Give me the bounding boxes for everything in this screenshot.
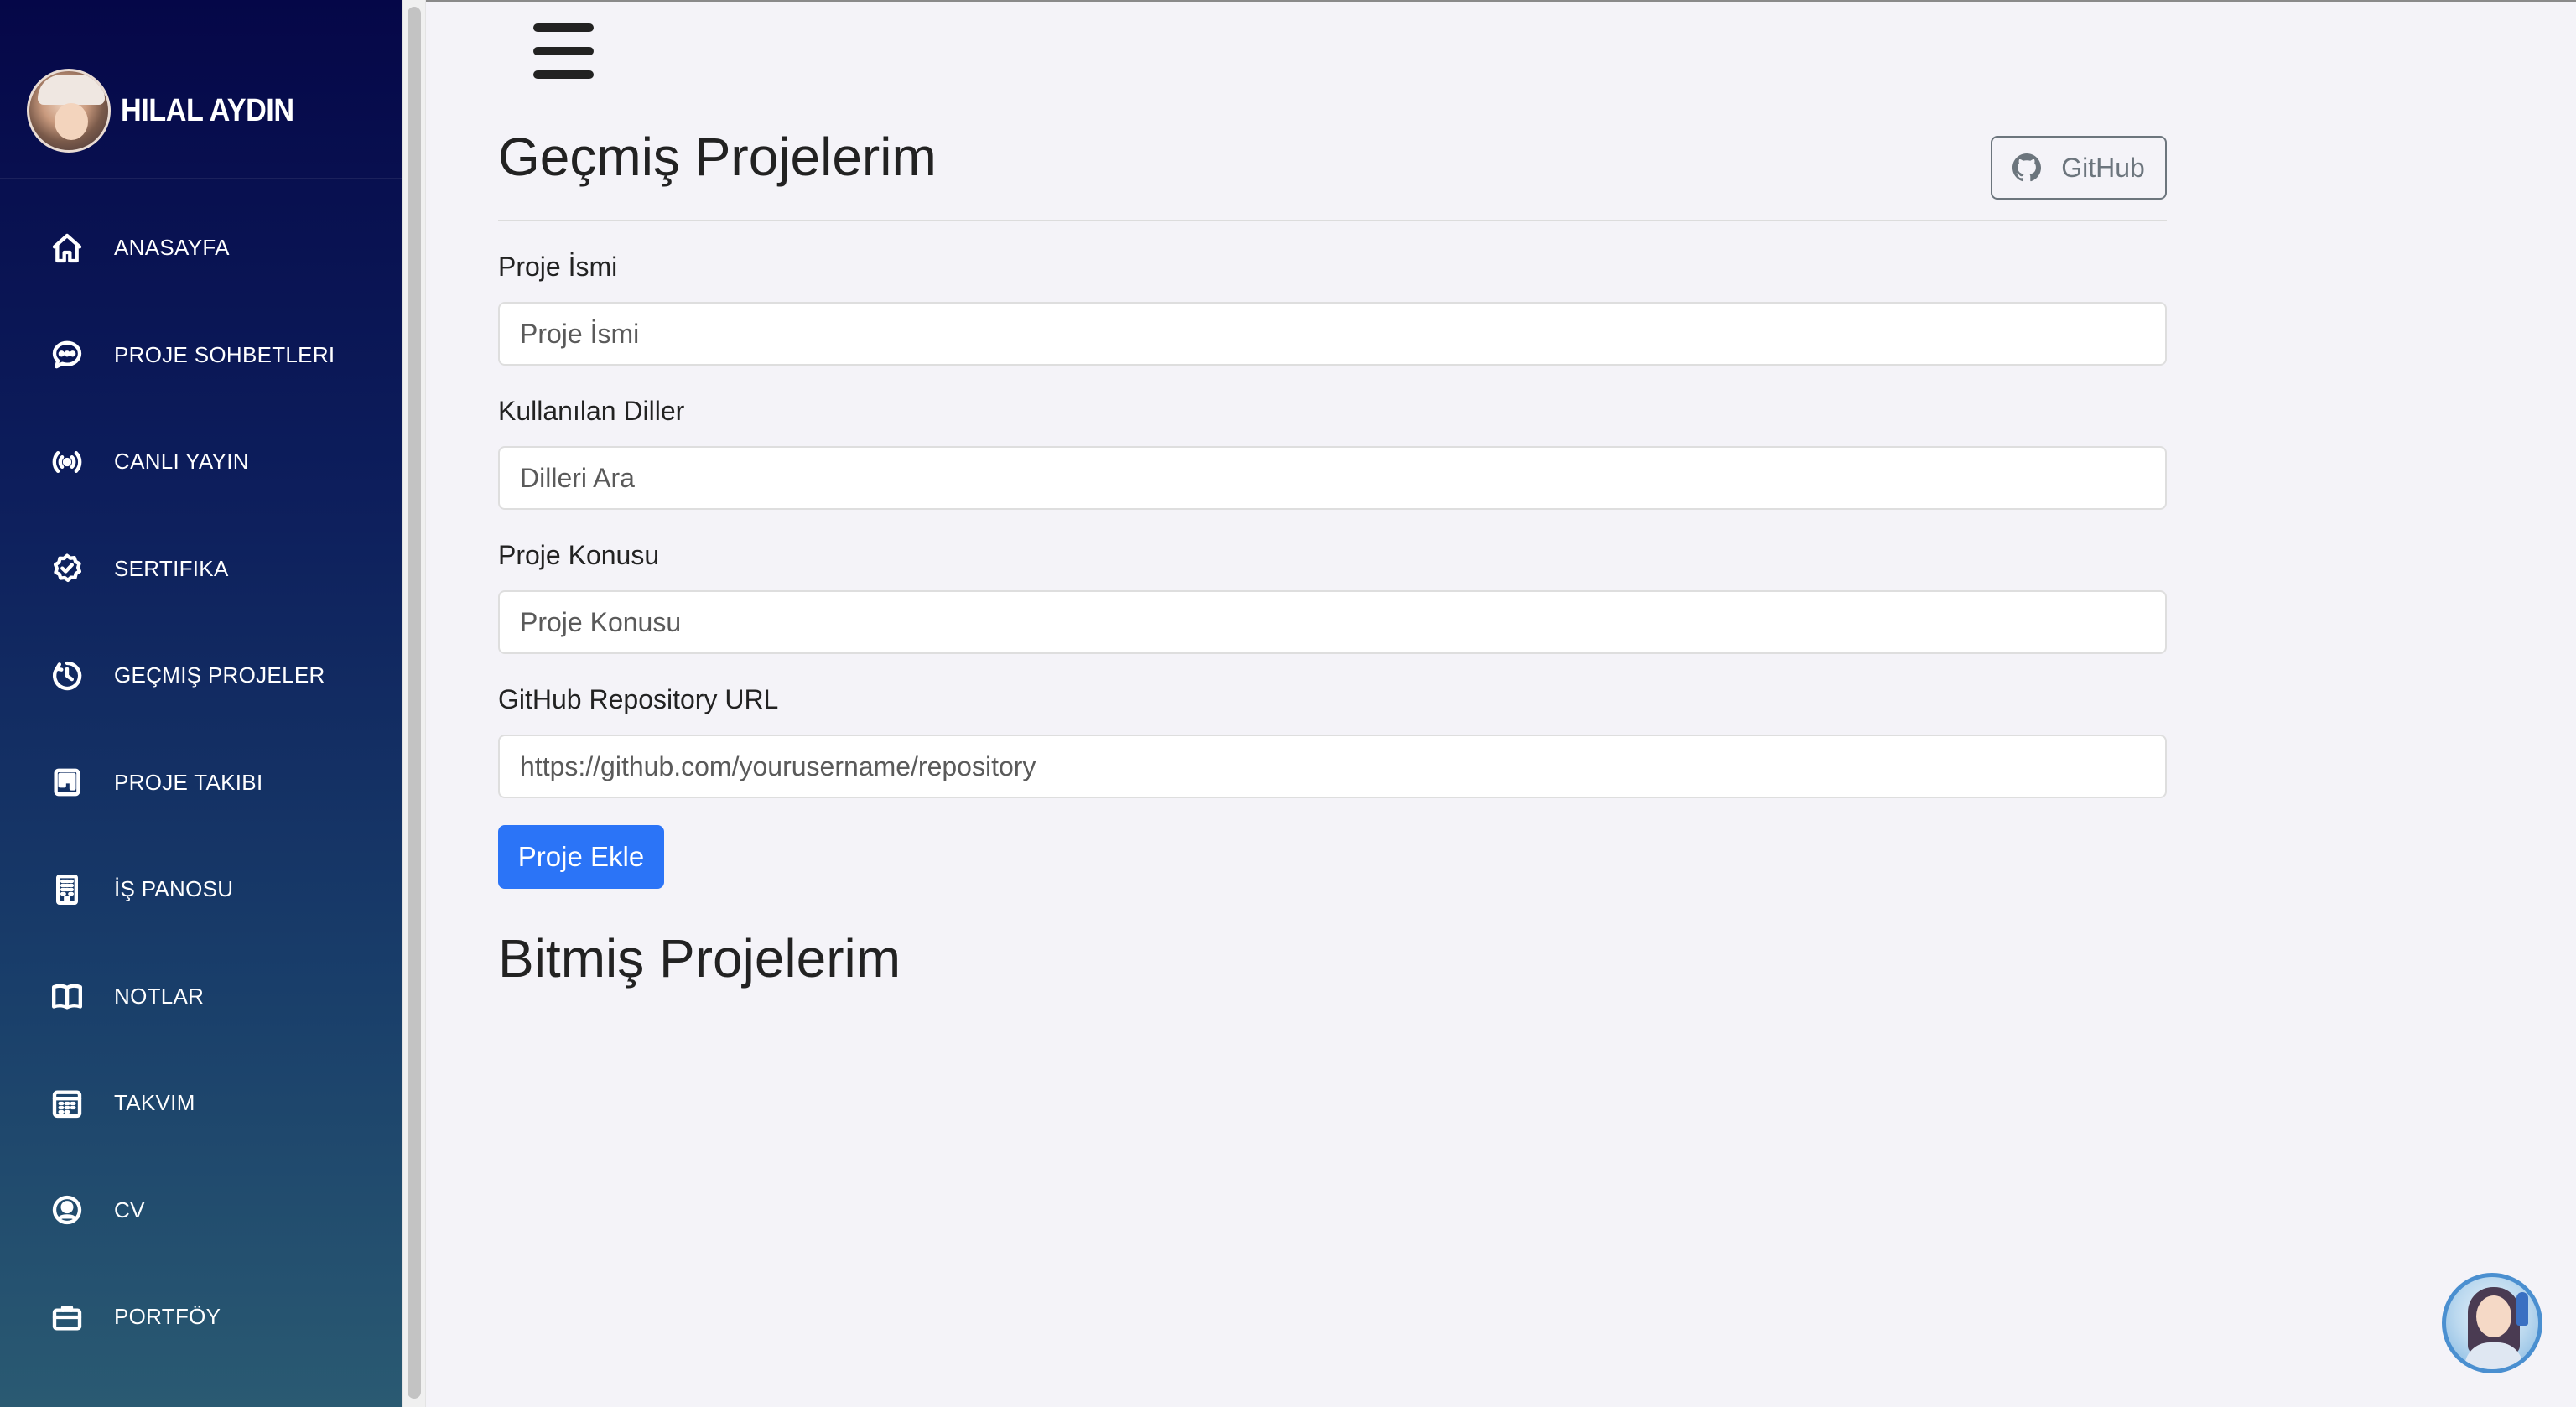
app-root: HILAL AYDIN ANASAYFA PROJE SOHBETLERI CA…: [0, 0, 2576, 1407]
briefcase-icon: [49, 1299, 86, 1336]
sidebar-item-is-panosu[interactable]: İŞ PANOSU: [0, 836, 402, 943]
github-icon: [2012, 153, 2042, 182]
project-topic-label: Proje Konusu: [498, 540, 660, 570]
sidebar: HILAL AYDIN ANASAYFA PROJE SOHBETLERI CA…: [0, 0, 402, 1407]
project-name-input[interactable]: [498, 302, 2167, 366]
sidebar-item-canli-yayin[interactable]: CANLI YAYIN: [0, 408, 402, 516]
project-name-label: Proje İsmi: [498, 252, 618, 282]
sidebar-item-cv[interactable]: CV: [0, 1157, 402, 1264]
avatar[interactable]: [27, 69, 111, 153]
sidebar-item-gecmis-projeler[interactable]: GEÇMIŞ PROJELER: [0, 622, 402, 729]
broadcast-icon: [49, 444, 86, 480]
sidebar-item-label: NOTLAR: [114, 983, 205, 1009]
sidebar-item-label: CANLI YAYIN: [114, 449, 249, 475]
languages-search-input[interactable]: [498, 446, 2167, 510]
github-button[interactable]: GitHub: [1991, 136, 2167, 200]
sidebar-item-proje-takibi[interactable]: PROJE TAKIBI: [0, 729, 402, 837]
languages-label: Kullanılan Diller: [498, 396, 685, 426]
rocket-icon: [2516, 1292, 2528, 1326]
sidebar-item-label: PROJE SOHBETLERI: [114, 341, 335, 367]
sidebar-item-portfoy[interactable]: PORTFÖY: [0, 1264, 402, 1371]
profile[interactable]: HILAL AYDIN: [27, 67, 314, 154]
profile-name: HILAL AYDIN: [121, 92, 294, 128]
sidebar-item-anasayfa[interactable]: ANASAYFA: [0, 195, 402, 302]
sidebar-item-label: PORTFÖY: [114, 1304, 221, 1330]
project-topic-input[interactable]: [498, 590, 2167, 654]
sidebar-item-label: GEÇMIŞ PROJELER: [114, 662, 325, 688]
title-divider: [498, 220, 2167, 221]
history-icon: [49, 657, 86, 694]
sidebar-item-notlar[interactable]: NOTLAR: [0, 943, 402, 1051]
sidebar-divider: [0, 178, 402, 179]
sidebar-item-label: TAKVIM: [114, 1090, 195, 1116]
github-button-label: GitHub: [2061, 152, 2145, 183]
user-circle-icon: [49, 1192, 86, 1228]
scrollbar-thumb[interactable]: [408, 7, 421, 1399]
sidebar-item-proje-sohbetleri[interactable]: PROJE SOHBETLERI: [0, 302, 402, 409]
repo-url-input[interactable]: [498, 735, 2167, 798]
sidebar-item-label: İŞ PANOSU: [114, 876, 234, 902]
sidebar-item-label: CV: [114, 1197, 145, 1223]
book-icon: [49, 978, 86, 1015]
sidebar-item-label: SERTIFIKA: [114, 555, 229, 581]
chat-icon: [49, 336, 86, 373]
sidebar-nav: ANASAYFA PROJE SOHBETLERI CANLI YAYIN SE…: [0, 195, 402, 1371]
home-icon: [49, 230, 86, 267]
page-title: Geçmiş Projelerim: [498, 127, 937, 187]
sidebar-item-label: ANASAYFA: [114, 235, 230, 261]
add-project-button[interactable]: Proje Ekle: [498, 825, 664, 889]
repo-url-label: GitHub Repository URL: [498, 684, 779, 714]
menu-toggle-icon[interactable]: [533, 23, 594, 79]
building-icon: [49, 871, 86, 908]
calendar-icon: [49, 1085, 86, 1122]
sidebar-item-label: PROJE TAKIBI: [114, 769, 263, 795]
sidebar-item-takvim[interactable]: TAKVIM: [0, 1050, 402, 1157]
sidebar-item-sertifika[interactable]: SERTIFIKA: [0, 516, 402, 623]
top-border: [426, 0, 2576, 2]
certificate-icon: [49, 550, 86, 587]
kanban-icon: [49, 764, 86, 801]
completed-projects-title: Bitmiş Projelerim: [498, 928, 901, 989]
assistant-avatar-button[interactable]: [2442, 1273, 2542, 1373]
